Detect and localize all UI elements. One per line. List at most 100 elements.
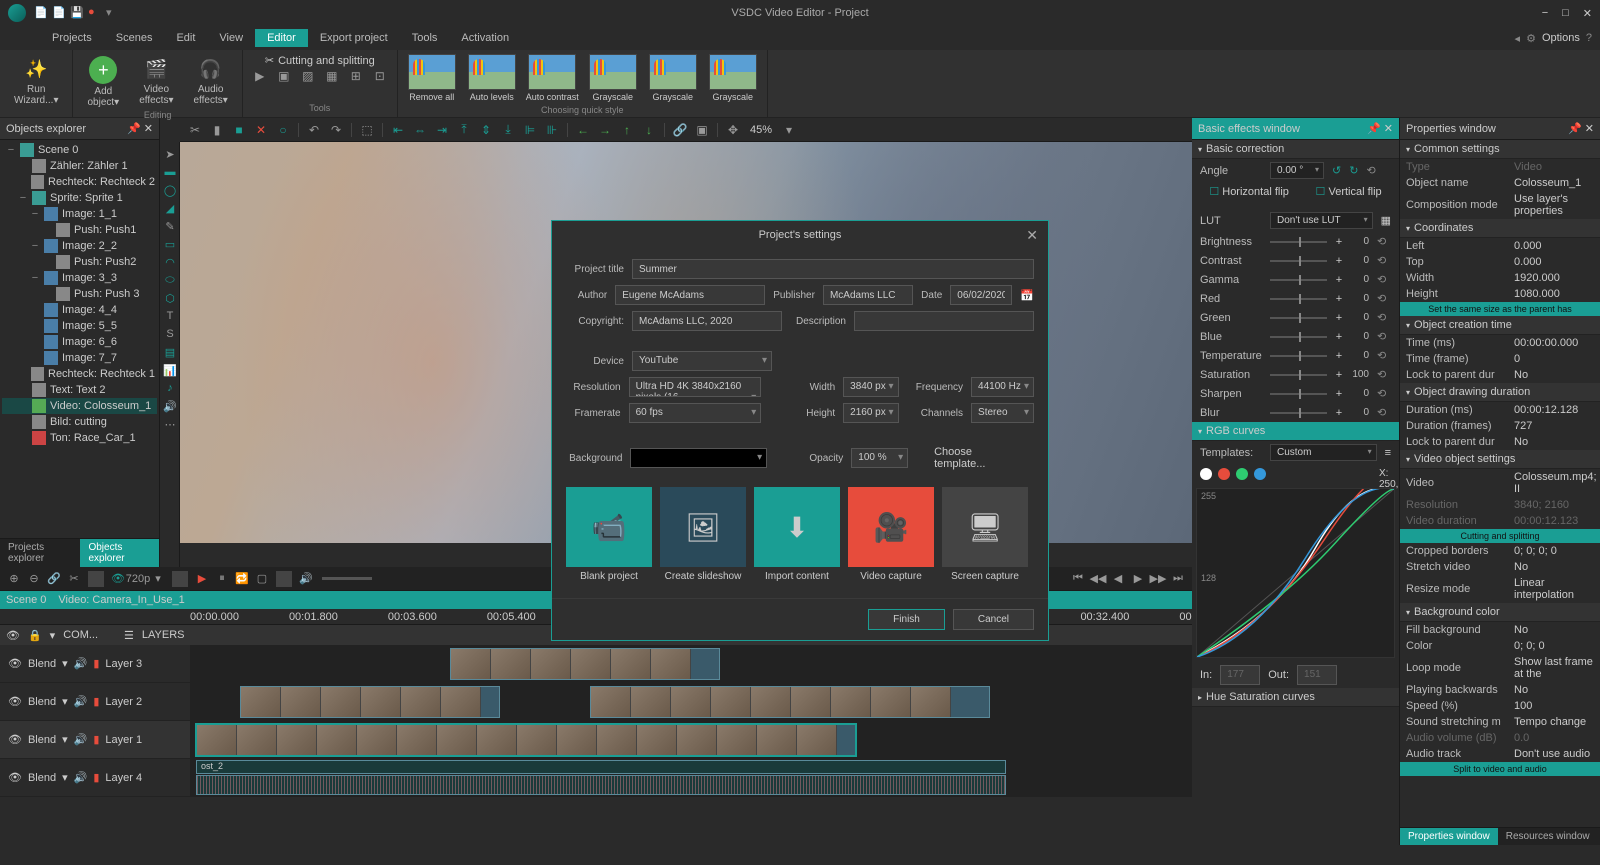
layer-row[interactable]: 👁Blend▾🔊▮Layer 1 (0, 721, 1192, 759)
out-spinner[interactable]: 151 (1297, 665, 1337, 685)
sound-icon[interactable]: 🔊 (162, 398, 178, 414)
prop-row[interactable]: Sound stretching mTempo change (1400, 714, 1600, 730)
background-combo[interactable] (630, 448, 767, 468)
prop-row[interactable]: Time (ms)00:00:00.000 (1400, 335, 1600, 351)
menu-tools[interactable]: Tools (400, 29, 450, 47)
reset-icon[interactable]: ⟲ (1377, 311, 1391, 324)
style-thumb-5[interactable] (709, 54, 757, 90)
help-icon[interactable]: ? (1586, 32, 1592, 44)
opacity-spinner[interactable]: 100 % (851, 448, 908, 468)
arr-u-icon[interactable]: ↑ (618, 121, 636, 139)
sound-icon[interactable]: 🔊 (74, 733, 88, 746)
arr-r-icon[interactable]: → (596, 121, 614, 139)
project-title-input[interactable] (632, 259, 1034, 279)
tree-item[interactable]: Push: Push2 (2, 254, 157, 270)
text-icon[interactable]: T (162, 308, 178, 324)
link-icon[interactable]: 🔗 (671, 121, 689, 139)
sound-icon[interactable]: 🔊 (74, 771, 88, 784)
menu-view[interactable]: View (207, 29, 255, 47)
shape2-icon[interactable]: ◯ (162, 182, 178, 198)
chart-icon[interactable]: 📊 (162, 362, 178, 378)
channels-combo[interactable]: Stereo (971, 403, 1034, 423)
move-icon[interactable]: ✥ (724, 121, 742, 139)
video-tab[interactable]: Video: Camera_In_Use_1 (58, 594, 184, 606)
prop-row[interactable]: Object nameColosseum_1 (1400, 175, 1600, 191)
reset-icon[interactable]: ⟲ (1377, 406, 1391, 419)
choose-template-button[interactable]: Choose template... (924, 443, 1034, 473)
cut-icon[interactable]: ✂ (186, 121, 204, 139)
style-thumb-2[interactable] (528, 54, 576, 90)
prop-row[interactable]: TypeVideo (1400, 159, 1600, 175)
film2-icon[interactable]: ▤ (162, 344, 178, 360)
zoom-dd-icon[interactable]: ▾ (780, 121, 798, 139)
layer-row[interactable]: 👁Blend▾🔊▮Layer 3 (0, 645, 1192, 683)
tree-item[interactable]: Image: 7_7 (2, 350, 157, 366)
shape3-icon[interactable]: ◢ (162, 200, 178, 216)
reset-angle-icon[interactable]: ⟲ (1366, 164, 1380, 177)
tree-item[interactable]: Text: Text 2 (2, 382, 157, 398)
tb-icon-1[interactable]: 📄 (34, 6, 48, 20)
section-head[interactable]: ▾Object drawing duration (1400, 383, 1600, 402)
prop-row[interactable]: Left0.000 (1400, 238, 1600, 254)
tb-icon-2[interactable]: 📄 (52, 6, 66, 20)
layer-track[interactable] (190, 683, 1192, 720)
remove-circle-icon[interactable]: ⊖ (26, 571, 42, 587)
prop-row[interactable]: Height1080.000 (1400, 286, 1600, 302)
shape7-icon[interactable]: ⬡ (162, 290, 178, 306)
add-circle-icon[interactable]: ⊕ (6, 571, 22, 587)
prop-row[interactable]: Lock to parent durNo (1400, 434, 1600, 450)
reset-icon[interactable]: ⟲ (1377, 387, 1391, 400)
tree-item[interactable]: Image: 5_5 (2, 318, 157, 334)
red-slider[interactable] (1270, 298, 1327, 300)
section-head[interactable]: ▾Background color (1400, 603, 1600, 622)
reset-icon[interactable]: ⟲ (1377, 273, 1391, 286)
resources-tab[interactable]: Resources window (1498, 828, 1598, 845)
layer-track[interactable] (190, 645, 1192, 682)
add-object-button[interactable]: + Add object▾ (81, 54, 125, 110)
scene-tab[interactable]: Scene 0 (6, 594, 46, 606)
section-head[interactable]: ▾Object creation time (1400, 316, 1600, 335)
maximize-icon[interactable]: □ (1562, 7, 1569, 20)
author-input[interactable] (615, 285, 765, 305)
prop-row[interactable]: Resolution3840; 2160 (1400, 497, 1600, 513)
prop-row[interactable]: Resize modeLinear interpolation (1400, 575, 1600, 603)
contrast-slider[interactable] (1270, 260, 1327, 262)
align-m-icon[interactable]: ⇕ (477, 121, 495, 139)
sound-icon[interactable]: 🔊 (74, 657, 88, 670)
device-combo[interactable]: YouTube (632, 351, 772, 371)
redo-icon[interactable]: ↷ (327, 121, 345, 139)
pin-icon[interactable]: 📌 (127, 123, 141, 135)
back-icon[interactable]: ◀ (1110, 571, 1126, 587)
hflip-checkbox[interactable]: ☐ Horizontal flip (1209, 185, 1289, 198)
close-panel-icon[interactable]: ✕ (1585, 123, 1594, 135)
pause-icon[interactable]: ⏸ (214, 571, 230, 587)
basic-correction-section[interactable]: ▾Basic correction (1192, 140, 1399, 159)
tool-icon-5[interactable]: ⊞ (347, 67, 365, 85)
template-blank-project[interactable]: 📹Blank project (566, 487, 652, 582)
video-effects-button[interactable]: 🎬 Video effects▾ (133, 54, 179, 110)
reset-icon[interactable]: ⟲ (1377, 349, 1391, 362)
minimize-icon[interactable]: − (1542, 7, 1548, 20)
rgb-curves-section[interactable]: ▾RGB curves (1192, 422, 1399, 441)
layer-track[interactable] (190, 721, 1192, 758)
tree-item[interactable]: Zähler: Zähler 1 (2, 158, 157, 174)
objects-explorer-tab[interactable]: Objects explorer (80, 539, 159, 567)
lut-browse-icon[interactable]: ▦ (1381, 214, 1391, 227)
prop-row[interactable]: Color0; 0; 0 (1400, 638, 1600, 654)
width-spinner[interactable]: 3840 px (843, 377, 898, 397)
audio-effects-button[interactable]: 🎧 Audio effects▾ (187, 54, 233, 110)
blur-slider[interactable] (1270, 412, 1327, 414)
date-input[interactable] (950, 285, 1012, 305)
action-strip[interactable]: Set the same size as the parent has (1400, 302, 1600, 316)
align-c-icon[interactable]: ⇔ (411, 121, 429, 139)
tool-icon-3[interactable]: ▨ (299, 67, 317, 85)
tool-icon-2[interactable]: ▣ (275, 67, 293, 85)
sound-icon[interactable]: 🔊 (74, 695, 88, 708)
framerate-combo[interactable]: 60 fps (629, 403, 762, 423)
template-video-capture[interactable]: 🎥Video capture (848, 487, 934, 582)
dist-v-icon[interactable]: ⊪ (543, 121, 561, 139)
frequency-combo[interactable]: 44100 Hz (971, 377, 1034, 397)
align-r-icon[interactable]: ⇥ (433, 121, 451, 139)
sq-icon[interactable]: ■ (230, 121, 248, 139)
tool-icon-1[interactable]: ▶ (251, 67, 269, 85)
